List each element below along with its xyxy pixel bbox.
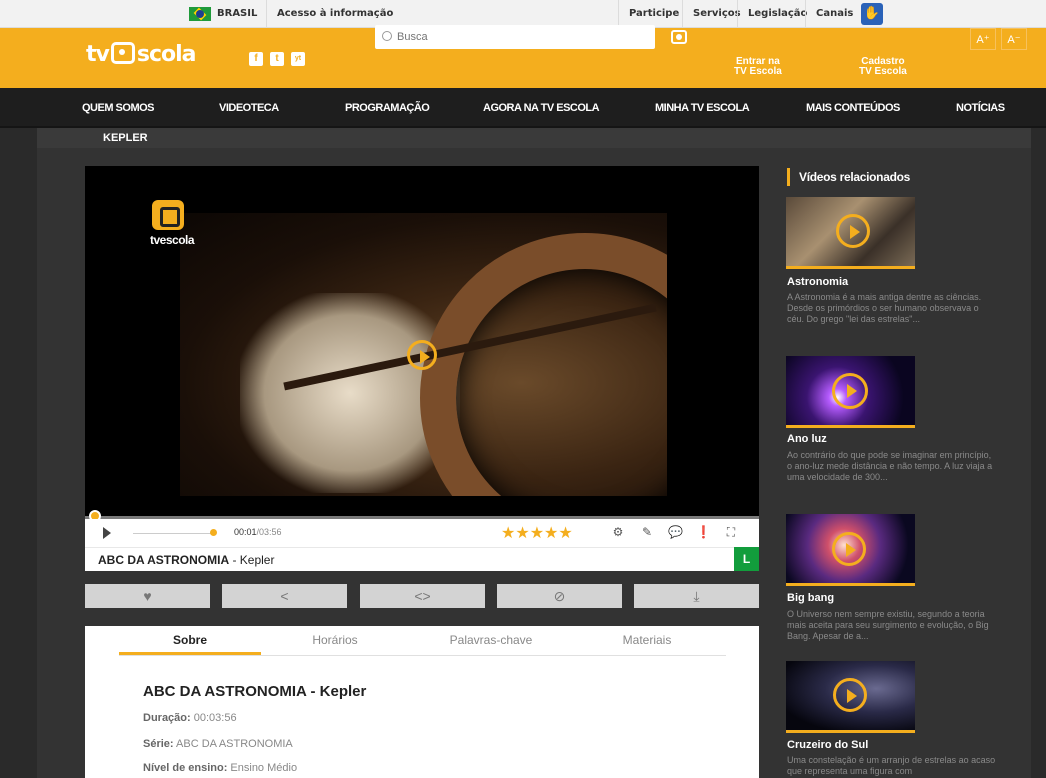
font-increase-button[interactable]: A⁺ [970,28,996,50]
logo-mark-icon [110,42,135,64]
nav-noticias[interactable]: NOTÍCIAS [956,88,1005,128]
font-decrease-button[interactable]: A⁻ [1001,28,1027,50]
video-thumb-big-bang[interactable] [786,514,915,586]
favorite-button[interactable]: ♥ [85,584,210,608]
series-value: ABC DA ASTRONOMIA [173,738,293,750]
gov-link-canais[interactable]: Canais [805,0,863,28]
video-title-big-bang[interactable]: Big bang [787,592,834,604]
nav-quem-somos[interactable]: QUEM SOMOS [82,88,155,128]
signup-line2: TV Escola [859,66,907,77]
page-title: KEPLER [103,132,148,144]
heart-icon: ♥ [143,588,152,604]
caption-series: ABC DA ASTRONOMIA [98,553,230,567]
code-icon: <> [414,588,431,604]
watermark-text: tvescola [150,233,195,247]
video-title-astronomia[interactable]: Astronomia [787,276,848,288]
caption-text: ABC DA ASTRONOMIA - Kepler [98,553,274,567]
nav-agora[interactable]: AGORA NA TV ESCOLA [483,88,600,128]
video-desc-astronomia: A Astronomia é a mais antiga dentre as c… [787,292,982,324]
fullscreen-icon[interactable]: ⛶ [724,525,738,539]
frame-wheel [420,233,667,496]
country-link[interactable]: BRASIL [207,0,267,28]
play-overlay-icon[interactable] [407,340,437,370]
twitter-icon[interactable]: t [270,52,284,66]
gov-link-participe[interactable]: Participe [618,0,689,28]
video-caption: ABC DA ASTRONOMIA - Kepler [85,547,759,571]
login-link[interactable]: Entrar na TV Escola [734,57,782,77]
tab-horarios[interactable]: Horários [264,633,406,655]
access-info-link[interactable]: Acesso à informação [266,0,403,28]
gov-bar: BRASIL Acesso à informação Participe Ser… [0,0,1046,28]
volume-slider[interactable] [133,533,213,534]
tab-materiais[interactable]: Materiais [576,633,718,655]
related-videos-heading: Vídeos relacionados [787,168,910,186]
nav-programacao[interactable]: PROGRAMAÇÃO [345,88,430,128]
share-button[interactable]: < [222,584,347,608]
signup-link[interactable]: Cadastro TV Escola [859,57,907,77]
alert-icon[interactable]: ❗ [696,525,711,539]
rating-stars[interactable]: ★★★★★ [501,523,573,543]
info-duration: Duração: 00:03:56 [143,712,237,724]
video-desc-cruzeiro-do-sul: Uma constelação é um arranjo de estrelas… [787,755,996,776]
video-thumb-astronomia[interactable] [786,197,915,269]
video-desc-ano-luz: Ao contrário do que pode se imaginar em … [787,450,993,482]
info-title: ABC DA ASTRONOMIA - Kepler [143,683,367,700]
watermark-mark-icon [152,200,184,230]
player-controls: 00:01/03:56 ★★★★★ ⚙ ✎ 💬 ❗ ⛶ [85,519,759,547]
sign-language-icon[interactable]: ✋ [861,3,883,25]
age-rating-badge: L [734,547,759,571]
time-total: /03:56 [256,527,282,537]
camera-icon[interactable] [671,30,687,44]
time-display: 00:01/03:56 [234,527,282,537]
info-level: Nível de ensino: Ensino Médio [143,762,297,774]
tv-escola-logo[interactable]: tv scola [86,42,196,74]
caption-title: - Kepler [229,553,275,567]
video-thumb-ano-luz[interactable] [786,356,915,428]
video-title-ano-luz[interactable]: Ano luz [787,433,827,445]
video-thumb-cruzeiro-do-sul[interactable] [786,661,915,733]
pencil-icon[interactable]: ✎ [640,525,654,539]
nav-mais-conteudos[interactable]: MAIS CONTEÚDOS [806,88,900,128]
info-series: Série: ABC DA ASTRONOMIA [143,738,293,750]
time-current: 00:01 [234,527,257,537]
tab-divider [119,655,726,656]
duration-label: Duração: [143,712,191,724]
site-header: tvscola f t yt Entrar na TV Escola Cadas… [0,25,1046,88]
thumb-play-icon [833,678,867,712]
facebook-icon[interactable]: f [249,52,263,66]
comment-icon[interactable]: 💬 [668,525,683,539]
nav-videoteca[interactable]: VIDEOTECA [219,88,279,128]
series-label: Série: [143,738,174,750]
embed-button[interactable]: <> [360,584,485,608]
level-label: Nível de ensino: [143,762,228,774]
login-line2: TV Escola [734,66,782,77]
search-input[interactable] [375,25,655,49]
youtube-icon[interactable]: yt [291,52,305,66]
nav-minha-tv-escola[interactable]: MINHA TV ESCOLA [655,88,750,128]
attachment-button[interactable]: ⊘ [497,584,622,608]
video-desc-big-bang: O Universo nem sempre existiu, segundo a… [787,609,989,641]
search-icon [382,31,392,41]
video-title-cruzeiro-do-sul[interactable]: Cruzeiro do Sul [787,739,868,751]
download-button[interactable]: ⤓ [634,584,759,608]
volume-handle[interactable] [210,529,217,536]
page-title-bar: KEPLER [37,128,1031,148]
tv-escola-watermark: tvescola [150,200,195,247]
main-nav: QUEM SOMOS VIDEOTECA PROGRAMAÇÃO AGORA N… [0,88,1046,128]
tab-sobre[interactable]: Sobre [119,633,261,655]
thumb-play-icon [836,214,870,248]
thumb-play-icon [832,532,866,566]
download-icon: ⤓ [693,588,700,604]
share-icon: < [280,588,289,604]
tab-palavras-chave[interactable]: Palavras-chave [420,633,562,655]
level-value: Ensino Médio [227,762,298,774]
paperclip-icon: ⊘ [553,588,566,604]
play-icon[interactable] [103,527,111,539]
duration-value: 00:03:56 [190,712,237,724]
settings-gear-icon[interactable]: ⚙ [611,525,625,539]
thumb-play-icon [832,373,868,409]
